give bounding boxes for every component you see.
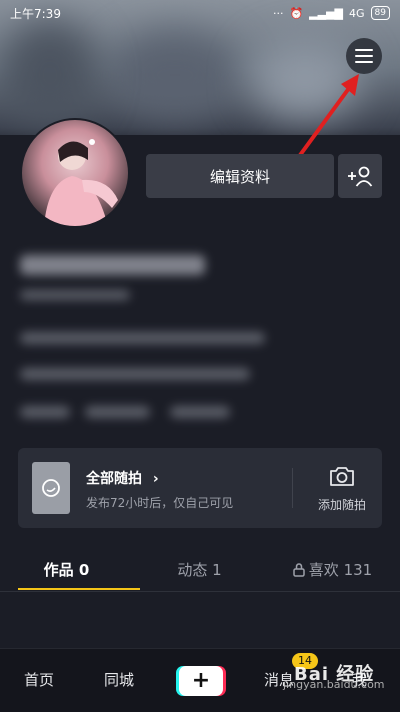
signal-icon: ▂▃▅▇ (309, 6, 344, 20)
tab-likes[interactable]: 喜欢 131 (266, 555, 399, 591)
shot-ring-icon (42, 479, 60, 497)
status-bar: 上午7:39 ··· ⏰ ▂▃▅▇ 4G 89 (0, 0, 400, 26)
random-shot-title-text: 全部随拍 (86, 471, 142, 487)
lock-icon (293, 563, 305, 577)
profile-stat-blurred (170, 406, 230, 418)
cover-blur (110, 30, 240, 120)
watermark-url: jingyan.baidu.com (283, 678, 385, 691)
add-random-shot-label: 添加随拍 (317, 498, 366, 512)
alarm-icon: ⏰ (289, 6, 304, 20)
add-friend-button[interactable] (338, 154, 382, 198)
more-dots-icon: ··· (272, 6, 284, 20)
add-friend-icon (348, 166, 373, 187)
battery-icon: 89 (370, 6, 390, 20)
random-shot-title[interactable]: 全部随拍 › (86, 468, 159, 488)
nav-home[interactable]: 首页 (24, 669, 54, 690)
edit-profile-button[interactable]: 编辑资料 (146, 154, 334, 198)
random-shot-subtitle: 发布72小时后，仅自己可见 (86, 496, 234, 510)
add-random-shot-button[interactable]: 添加随拍 (302, 458, 382, 518)
random-shot-thumbnail (32, 462, 70, 514)
nav-nearby[interactable]: 同城 (104, 669, 134, 690)
cover-blur (0, 20, 100, 130)
avatar-photo (44, 139, 118, 226)
create-button[interactable]: + (179, 666, 223, 696)
avatar[interactable] (20, 118, 130, 228)
profile-id-blurred (20, 290, 130, 300)
network-type: 4G (349, 6, 365, 20)
status-icons: ··· ⏰ ▂▃▅▇ 4G 89 (273, 6, 390, 20)
profile-tabs: 作品 0 动态 1 喜欢 131 (0, 555, 400, 591)
profile-bio-blurred (20, 332, 265, 344)
status-time: 上午7:39 (10, 6, 61, 21)
tab-likes-label: 喜欢 131 (308, 561, 373, 579)
hamburger-icon (355, 49, 373, 63)
profile-name-blurred (20, 255, 205, 275)
tab-works[interactable]: 作品 0 (0, 555, 133, 591)
random-shot-card[interactable]: 全部随拍 › 发布72小时后，仅自己可见 添加随拍 (18, 448, 382, 528)
chevron-right-icon: › (152, 471, 159, 487)
profile-stat-blurred (85, 406, 150, 418)
tabs-divider (0, 591, 400, 592)
camera-icon (330, 467, 354, 486)
profile-info-blurred (20, 368, 250, 380)
profile-stat-blurred (20, 406, 70, 418)
card-divider (292, 468, 293, 508)
menu-button[interactable] (346, 38, 382, 74)
tab-activity[interactable]: 动态 1 (133, 555, 266, 591)
active-tab-indicator (18, 588, 140, 590)
